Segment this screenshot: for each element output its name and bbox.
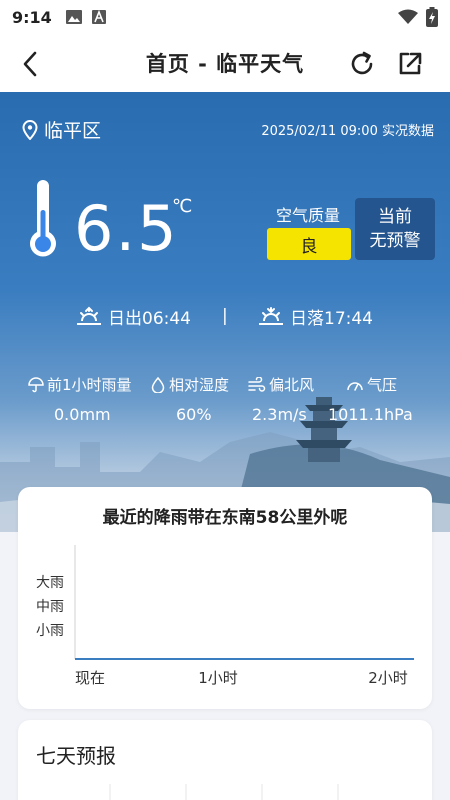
temperature-value: 6.5 [74, 192, 179, 265]
metric-label: 前1小时雨量 [47, 376, 132, 394]
thermometer-icon [29, 180, 56, 257]
sun-times: 日出06:44 | 日落17:44 [0, 304, 450, 334]
notification-icons [65, 10, 106, 24]
y-tick-label: 小雨 [36, 623, 64, 639]
seven-day-forecast-card: 七天预报 [18, 720, 432, 800]
page-title: 首页 - 临平天气 [145, 52, 305, 76]
forecast-title: 七天预报 [36, 744, 116, 768]
droplet-icon [151, 376, 165, 393]
font-icon [91, 10, 106, 24]
current-weather-panel: 临平区 2025/02/11 09:00 实况数据 6.5 ℃ 空气质量 良 当… [0, 92, 450, 532]
metric-value: 1011.1hPa [328, 405, 413, 424]
metric-wind: 偏北风 2.3m/s [248, 374, 314, 424]
refresh-icon [351, 51, 373, 75]
image-icon [65, 10, 82, 24]
location-pin-icon [22, 119, 38, 140]
metric-label: 气压 [367, 376, 398, 394]
metric-label: 偏北风 [269, 376, 315, 394]
status-time: 9:14 [12, 7, 52, 27]
metric-value: 0.0mm [54, 405, 111, 424]
metric-pressure: 气压 1011.1hPa [328, 374, 413, 424]
warning-status[interactable]: 当前 无预警 [355, 198, 435, 260]
metric-value: 60% [176, 405, 212, 424]
x-tick-label: 现在 [75, 669, 105, 687]
sunrise-icon [77, 306, 101, 325]
metric-humidity: 相对湿度 60% [150, 374, 229, 424]
aqi-label: 空气质量 [276, 206, 341, 225]
aqi-badge[interactable]: 良 [267, 228, 351, 260]
temperature-unit: ℃ [172, 196, 193, 217]
share-button[interactable] [394, 48, 426, 80]
title-bar: 首页 - 临平天气 [0, 34, 450, 92]
battery-icon [426, 7, 438, 27]
y-tick-label: 大雨 [36, 575, 64, 591]
rain-chart: 大雨中雨小雨 现在 1小时 2小时 [36, 545, 414, 687]
y-tick-label: 中雨 [36, 599, 64, 615]
umbrella-icon [28, 376, 44, 392]
warning-line-1: 当前 [378, 207, 412, 227]
location[interactable]: 临平区 [22, 116, 101, 143]
metric-value: 2.3m/s [252, 405, 307, 424]
sunrise: 日出06:44 [76, 304, 191, 329]
refresh-button[interactable] [346, 48, 378, 80]
x-tick-label: 1小时 [198, 669, 238, 687]
warning-line-2: 无预警 [369, 231, 421, 251]
observation-time: 2025/02/11 09:00 实况数据 [261, 124, 434, 139]
sunset-time: 日落17:44 [290, 309, 373, 329]
gauge-icon [347, 381, 363, 391]
share-icon [399, 52, 422, 75]
forecast-column-dividers [109, 784, 339, 800]
rain-forecast-card: 最近的降雨带在东南58公里外呢 大雨 中雨 小雨 现在 1小时 2小时 [18, 487, 432, 709]
metric-rainfall: 前1小时雨量 0.0mm [28, 374, 132, 424]
sunrise-time: 日出06:44 [108, 309, 191, 329]
status-bar: 9:14 [0, 0, 450, 34]
wifi-icon [398, 9, 418, 24]
system-icons [398, 7, 438, 27]
x-tick-label: 2小时 [368, 669, 408, 687]
location-name: 临平区 [44, 120, 102, 142]
sun-divider: | [222, 306, 228, 326]
metric-label: 相对湿度 [169, 376, 230, 394]
sunset-icon [259, 306, 283, 325]
wind-icon [248, 376, 266, 392]
sunset: 日落17:44 [258, 304, 373, 329]
